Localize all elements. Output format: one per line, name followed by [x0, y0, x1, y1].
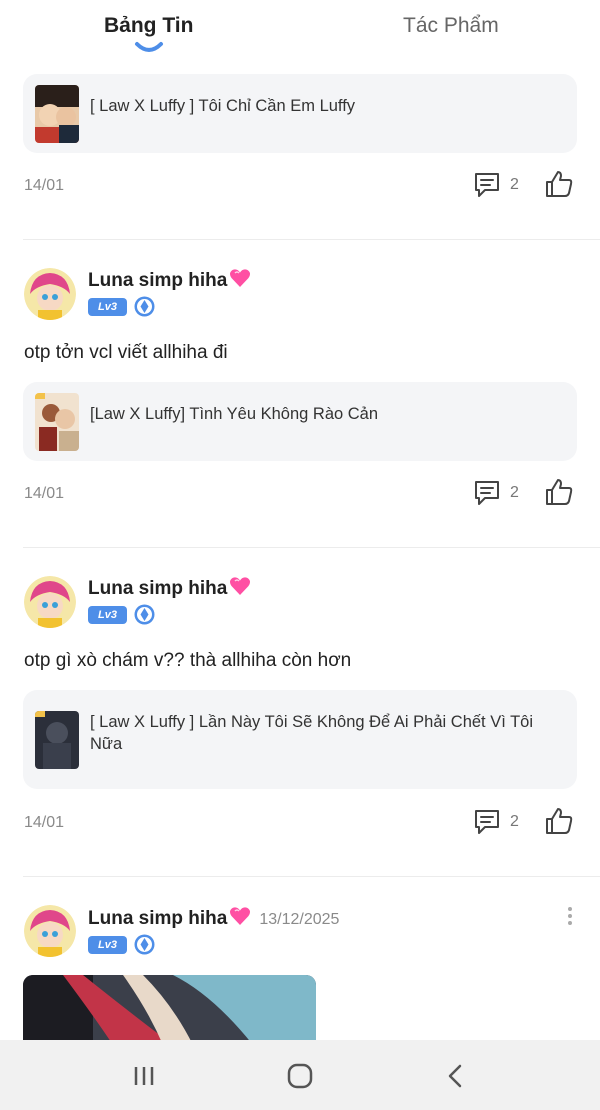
gem-icon: [134, 604, 155, 625]
post-divider: [23, 547, 600, 548]
thumbs-up-icon[interactable]: [543, 476, 575, 508]
back-icon[interactable]: [438, 1058, 474, 1094]
post-timestamp: 13/12/2025: [259, 911, 340, 928]
gem-icon: [134, 296, 155, 317]
tab-active-indicator: [135, 42, 163, 52]
thumbs-up-icon[interactable]: [543, 168, 575, 200]
more-vertical-icon[interactable]: [563, 905, 577, 927]
home-icon[interactable]: [282, 1058, 318, 1094]
post-date: 14/01: [24, 485, 65, 502]
comment-button[interactable]: 2: [472, 478, 522, 508]
post-text: otp gì xò chám v?? thà allhiha còn hơn: [24, 650, 352, 671]
thumbs-up-icon[interactable]: [543, 805, 575, 837]
tab-works[interactable]: Tác Phẩm: [403, 14, 499, 38]
tab-news-feed[interactable]: Bảng Tin: [104, 14, 193, 38]
post-text: otp tởn vcl viết allhiha đi: [24, 342, 228, 363]
work-cover-image: [35, 711, 79, 769]
work-title: [ Law X Luffy ] Tôi Chỉ Cần Em Luffy: [90, 97, 356, 115]
comment-button[interactable]: 2: [472, 170, 522, 200]
work-card[interactable]: [ Law X Luffy ] Tôi Chỉ Cần Em Luffy: [23, 74, 577, 153]
user-avatar[interactable]: [24, 268, 76, 320]
post-divider: [23, 876, 600, 877]
username-text: Luna simp hiha: [88, 578, 228, 599]
comment-count: 2: [510, 484, 519, 501]
comment-button[interactable]: 2: [472, 807, 522, 837]
user-avatar[interactable]: [24, 905, 76, 957]
tab-bar: Bảng Tin Tác Phẩm: [0, 0, 600, 66]
post-date: 14/01: [24, 814, 65, 831]
username[interactable]: Luna simp hiha: [88, 576, 251, 600]
username-text: Luna simp hiha: [88, 908, 228, 929]
level-badge: Lv3: [88, 606, 127, 624]
system-navigation-bar: [0, 1040, 600, 1110]
post-date: 14/01: [24, 177, 65, 194]
comment-count: 2: [510, 813, 519, 830]
user-avatar[interactable]: [24, 576, 76, 628]
work-title: [ Law X Luffy ] Lần Này Tôi Sẽ Không Để …: [90, 713, 534, 753]
heart-emoji-icon: [230, 577, 251, 595]
level-badge: Lv3: [88, 298, 127, 316]
username[interactable]: Luna simp hiha: [88, 268, 251, 292]
comment-icon: [475, 173, 499, 197]
work-cover-image: [35, 85, 79, 143]
comment-icon: [475, 810, 499, 834]
username-text: Luna simp hiha: [88, 270, 228, 291]
work-card[interactable]: [Law X Luffy] Tình Yêu Không Rào Cản: [23, 382, 577, 461]
work-cover-image: [35, 393, 79, 451]
heart-emoji-icon: [230, 269, 251, 287]
work-card[interactable]: [ Law X Luffy ] Lần Này Tôi Sẽ Không Để …: [23, 690, 577, 789]
comment-icon: [475, 481, 499, 505]
level-badge: Lv3: [88, 936, 127, 954]
comment-count: 2: [510, 176, 519, 193]
gem-icon: [134, 934, 155, 955]
username[interactable]: Luna simp hiha 13/12/2025: [88, 906, 339, 930]
work-title: [Law X Luffy] Tình Yêu Không Rào Cản: [90, 405, 379, 423]
heart-emoji-icon: [230, 907, 251, 925]
post-image[interactable]: [23, 975, 316, 1045]
recent-apps-icon[interactable]: [126, 1058, 162, 1094]
post-divider: [23, 239, 600, 240]
